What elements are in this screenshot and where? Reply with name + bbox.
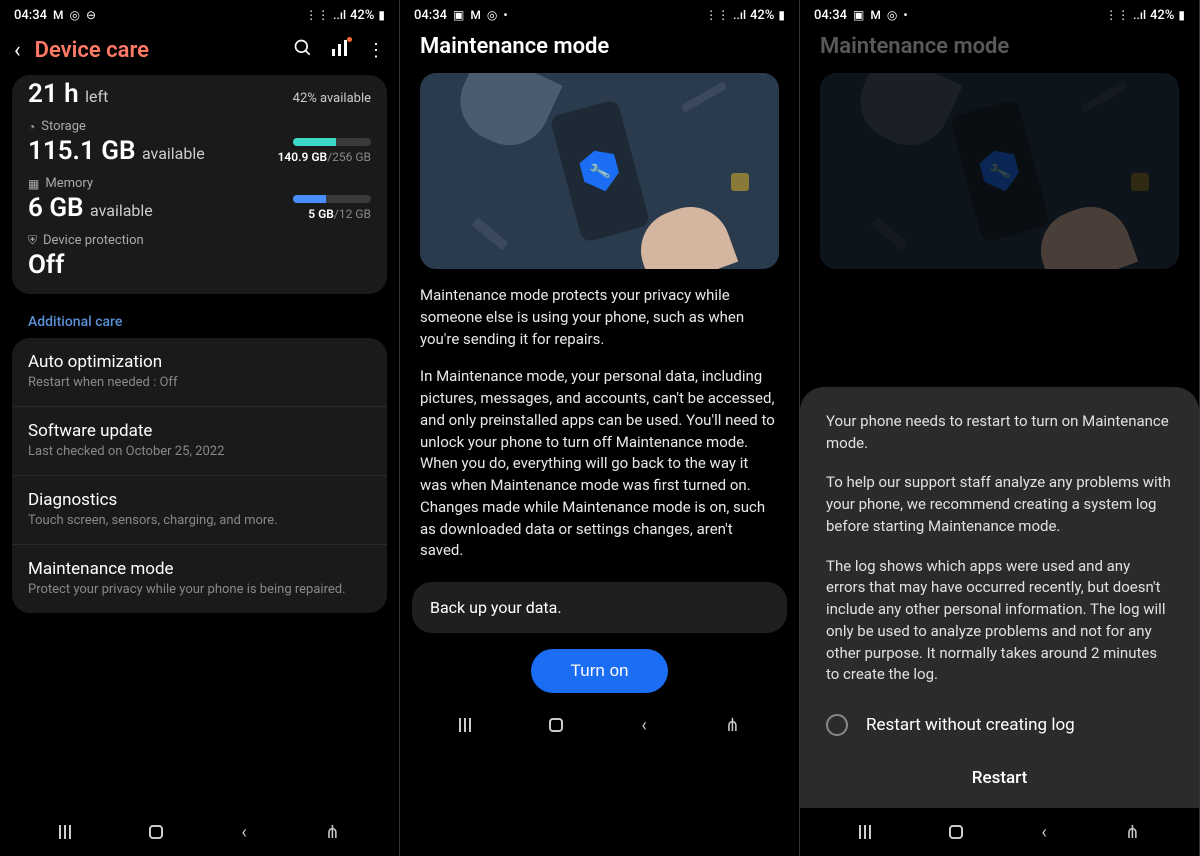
storage-fraction: 140.9 GB/256 GB [278,150,371,164]
recents-icon[interactable] [59,825,71,839]
status-time: 04:34 [814,8,847,23]
signal-icon: ..ıl [1133,8,1146,22]
software-update-item[interactable]: Software update Last checked on October … [12,406,387,475]
storage-value: 115.1 GB available [28,136,205,166]
maintenance-illustration: 🔧 [420,73,779,269]
shield-icon: ⛨ [28,233,37,248]
status-bar: 04:34 ▣ M ◎ • ⋮⋮ ..ıl 42% ▮ [400,0,799,30]
description-text: Maintenance mode protects your privacy w… [400,285,799,578]
wifi-icon: ⋮⋮ [305,8,329,22]
screen-device-care: 04:34 M ◎ ⊖ ⋮⋮ ..ıl 42% ▮ ‹ Device care … [0,0,400,856]
gallery-icon: ▣ [453,8,464,22]
turn-on-button[interactable]: Turn on [531,649,669,693]
gallery-icon: ▣ [853,8,864,22]
chart-icon[interactable] [331,39,349,62]
screen-restart-dialog: 04:34 ▣ M ◎ • ⋮⋮ ..ıl 42% ▮ Maintenance … [800,0,1200,856]
battery-available: 42% available [293,91,371,106]
gmail-icon: M [870,8,881,22]
battery-icon: ▮ [378,8,385,22]
page-title: Maintenance mode [400,30,799,73]
restart-dialog: Your phone needs to restart to turn on M… [800,387,1199,808]
back-nav-icon[interactable]: ‹ [1041,822,1046,843]
battery-percent: 42% [750,8,774,23]
status-bar: 04:34 ▣ M ◎ • ⋮⋮ ..ıl 42% ▮ [800,0,1199,30]
shield-wrench-icon: 🔧 [577,146,623,196]
instagram-icon: ◎ [69,8,79,22]
memory-label: ▦ Memory [28,176,371,191]
page-title: Device care [35,38,279,63]
battery-card[interactable]: 21 h left 42% available ◔ Storage 115.1 … [12,75,387,294]
more-notif-icon: • [903,8,907,22]
more-notif-icon: • [503,8,507,22]
storage-icon: ◔ [28,120,35,134]
storage-bar [293,138,371,146]
page-title-dimmed: Maintenance mode [800,30,1199,73]
instagram-icon: ◎ [487,8,497,22]
wifi-icon: ⋮⋮ [1105,8,1129,22]
restart-without-log-option[interactable]: Restart without creating log [826,704,1173,754]
auto-optimization-item[interactable]: Auto optimization Restart when needed : … [12,338,387,406]
wifi-icon: ⋮⋮ [705,8,729,22]
home-icon[interactable] [549,718,563,732]
nav-bar: ‹ ⋔ [0,808,399,856]
dialog-text-3: The log shows which apps were used and a… [826,556,1173,687]
battery-icon: ▮ [1178,8,1185,22]
more-icon[interactable]: ⋮ [367,40,385,61]
battery-icon: ▮ [778,8,785,22]
protection-label: ⛨ Device protection [28,233,371,248]
battery-percent: 42% [1150,8,1174,23]
additional-care-list: Auto optimization Restart when needed : … [12,338,387,613]
dialog-text-1: Your phone needs to restart to turn on M… [826,411,1173,455]
memory-icon: ▦ [28,177,39,191]
signal-icon: ..ıl [333,8,346,22]
search-icon[interactable] [293,38,313,63]
signal-icon: ..ıl [733,8,746,22]
status-time: 04:34 [14,8,47,23]
status-bar: 04:34 M ◎ ⊖ ⋮⋮ ..ıl 42% ▮ [0,0,399,30]
gmail-icon: M [470,8,481,22]
memory-bar [293,195,371,203]
memory-value: 6 GB available [28,193,153,223]
nav-bar: ‹ ⋔ [800,808,1199,856]
instagram-icon: ◎ [887,8,897,22]
recents-icon[interactable] [459,718,471,732]
back-nav-icon[interactable]: ‹ [241,822,246,843]
accessibility-icon[interactable]: ⋔ [1125,822,1140,843]
back-icon[interactable]: ‹ [14,38,21,63]
nav-bar: ‹ ⋔ [400,701,799,749]
memory-fraction: 5 GB/12 GB [308,207,371,221]
home-icon[interactable] [149,825,163,839]
status-time: 04:34 [414,8,447,23]
screen-maintenance-info: 04:34 ▣ M ◎ • ⋮⋮ ..ıl 42% ▮ Maintenance … [400,0,800,856]
storage-label: ◔ Storage [28,119,371,134]
recents-icon[interactable] [859,825,871,839]
dnd-icon: ⊖ [86,8,96,22]
battery-time: 21 h left [28,79,108,109]
battery-percent: 42% [350,8,374,23]
maintenance-mode-item[interactable]: Maintenance mode Protect your privacy wh… [12,544,387,613]
additional-care-header: Additional care [12,306,387,338]
accessibility-icon[interactable]: ⋔ [325,822,340,843]
gmail-icon: M [53,8,64,22]
protection-value: Off [28,250,371,280]
restart-button[interactable]: Restart [826,754,1173,794]
radio-icon [826,714,848,736]
accessibility-icon[interactable]: ⋔ [725,715,740,736]
app-bar: ‹ Device care ⋮ [0,30,399,75]
backup-data-row[interactable]: Back up your data. [412,582,787,633]
back-nav-icon[interactable]: ‹ [641,715,646,736]
maintenance-illustration-dimmed: 🔧 [820,73,1179,269]
dialog-text-2: To help our support staff analyze any pr… [826,472,1173,537]
home-icon[interactable] [949,825,963,839]
diagnostics-item[interactable]: Diagnostics Touch screen, sensors, charg… [12,475,387,544]
